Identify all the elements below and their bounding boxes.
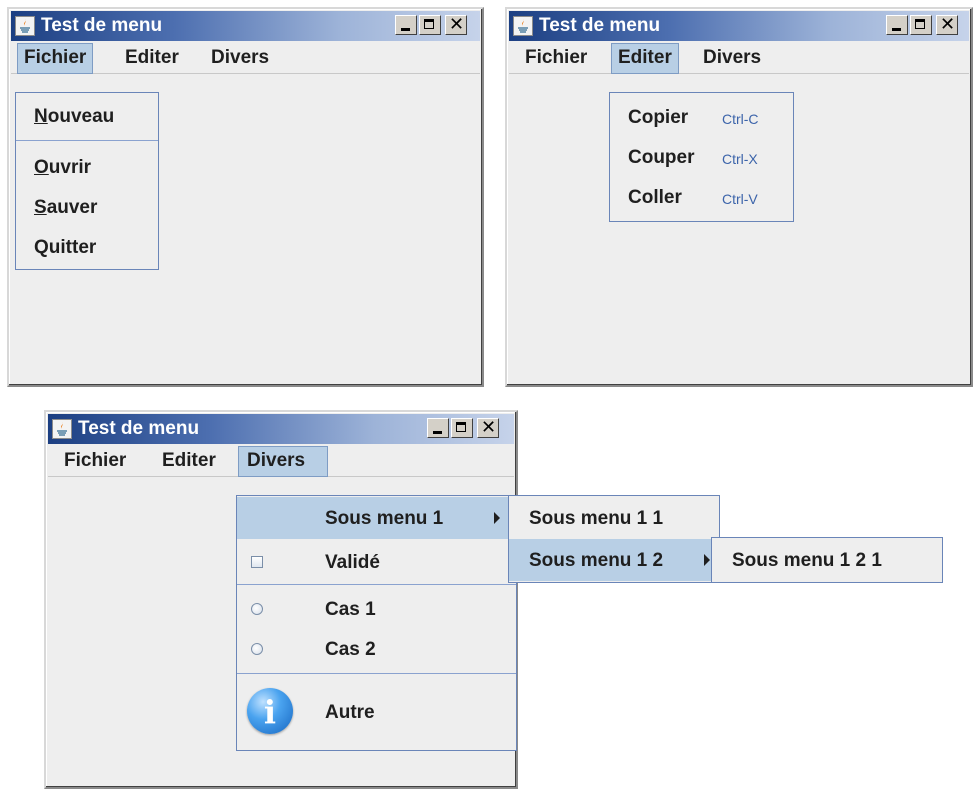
menu-item-ouvrir[interactable]: Ouvrir [16,149,158,185]
sous-menu-1-popup: Sous menu 1 1 Sous menu 1 2 [508,495,720,583]
separator [237,673,516,674]
menu-fichier[interactable]: Fichier [17,43,94,74]
minimize-button[interactable] [886,15,908,35]
menu-editer[interactable]: Editer [156,446,222,476]
menu-fichier[interactable]: Fichier [58,446,132,476]
maximize-button[interactable] [451,418,473,438]
java-icon [52,419,72,439]
menu-item-label: Coller [628,187,682,208]
fichier-popup: Nouveau Ouvrir Sauver Quitter [15,92,159,270]
mnemonic: S [34,197,47,218]
close-button[interactable]: ✕ [477,417,499,438]
info-icon: i [247,688,293,734]
menu-editer[interactable]: Editer [119,43,185,73]
radio-icon[interactable] [251,643,263,655]
menu-item-sous-menu-1-2-1[interactable]: Sous menu 1 2 1 [712,539,942,581]
mnemonic: N [34,106,48,127]
submenu-arrow-icon [704,554,710,566]
menu-item-nouveau[interactable]: Nouveau [16,93,158,139]
menu-divers[interactable]: Divers [697,43,767,73]
maximize-button[interactable] [910,15,932,35]
menu-item-label: Autre [325,702,375,723]
menu-item-coller[interactable]: Coller Ctrl-V [610,179,793,217]
window-title: Test de menu [41,15,163,36]
title-bar[interactable]: Test de menu ✕ [48,414,514,444]
minimize-button[interactable] [427,418,449,438]
title-bar[interactable]: Test de menu ✕ [11,11,480,41]
java-icon [15,16,35,36]
editer-popup: Copier Ctrl-C Couper Ctrl-X Coller Ctrl-… [609,92,794,222]
close-button[interactable]: ✕ [936,14,958,35]
menu-item-couper[interactable]: Couper Ctrl-X [610,139,793,177]
radio-icon[interactable] [251,603,263,615]
menu-item-sauver[interactable]: Sauver [16,189,158,225]
menu-editer[interactable]: Editer [611,43,679,74]
menu-item-valide[interactable]: Validé [237,541,516,583]
window-editer: Test de menu ✕ Fichier Editer Divers Cop… [505,7,973,387]
menu-item-cas-1[interactable]: Cas 1 [237,589,516,629]
menu-item-label: Couper [628,147,695,168]
menu-item-sous-menu-1-1[interactable]: Sous menu 1 1 [509,497,719,539]
menu-divers[interactable]: Divers [238,446,328,477]
menu-fichier[interactable]: Fichier [519,43,593,73]
menu-item-label: ouveau [47,106,115,127]
menu-divers[interactable]: Divers [205,43,275,73]
menu-item-label: Copier [628,107,689,128]
title-bar[interactable]: Test de menu ✕ [509,11,969,41]
accelerator: Ctrl-V [722,191,758,207]
divers-popup: Sous menu 1 Validé Cas 1 Cas 2 i Autre [236,495,517,751]
menu-item-quitter[interactable]: Quitter [16,229,158,265]
menu-bar: Fichier Editer Divers [48,446,514,477]
menu-item-label: Sous menu 1 [325,508,444,529]
menu-item-label: Validé [325,552,380,573]
accelerator: Ctrl-X [722,151,758,167]
menu-item-autre[interactable]: i Autre [237,678,516,748]
menu-item-label: Sous menu 1 2 [529,550,664,571]
window-title: Test de menu [78,418,200,439]
java-icon [513,16,533,36]
menu-item-label: Quitter [34,237,97,258]
menu-item-label: auver [46,197,98,218]
close-button[interactable]: ✕ [445,14,467,35]
submenu-arrow-icon [494,512,500,524]
window-fichier: Test de menu ✕ Fichier Editer Divers Nou… [7,7,484,387]
sous-menu-1-2-popup: Sous menu 1 2 1 [711,537,943,583]
menu-item-copier[interactable]: Copier Ctrl-C [610,99,793,137]
menu-bar: Fichier Editer Divers [11,43,480,74]
window-title: Test de menu [539,15,661,36]
checkbox-icon[interactable] [251,556,263,568]
menu-item-label: uvrir [48,157,92,178]
mnemonic: O [34,157,49,178]
menu-item-cas-2[interactable]: Cas 2 [237,629,516,669]
menu-item-label: Cas 2 [325,639,376,660]
menu-item-sous-menu-1[interactable]: Sous menu 1 [237,497,516,539]
separator [237,584,516,585]
accelerator: Ctrl-C [722,111,759,127]
menu-item-sous-menu-1-2[interactable]: Sous menu 1 2 [509,539,719,581]
menu-item-label: Sous menu 1 1 [529,508,664,529]
menu-item-label: Sous menu 1 2 1 [732,550,882,571]
separator [16,140,158,141]
menu-item-label: Cas 1 [325,599,376,620]
maximize-button[interactable] [419,15,441,35]
menu-bar: Fichier Editer Divers [509,43,969,74]
minimize-button[interactable] [395,15,417,35]
